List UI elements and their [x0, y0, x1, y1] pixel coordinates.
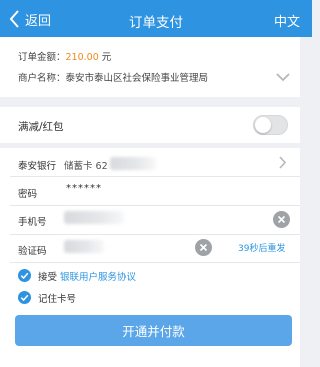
- amount-value: 210.00: [65, 52, 99, 63]
- bank-name: 泰安银行: [18, 161, 57, 172]
- password-input[interactable]: ******: [66, 183, 102, 194]
- phone-label: 手机号: [18, 217, 47, 228]
- agreement-link[interactable]: 银联用户服务协议: [60, 272, 136, 283]
- divider: [10, 176, 300, 177]
- merchant-label: 商户名称：: [18, 73, 66, 84]
- top-bar: 返回 订单支付 中文: [0, 0, 312, 37]
- phone-input[interactable]: [64, 211, 124, 224]
- merchant-row: 商户名称：泰安市泰山区社会保险事业管理局: [18, 70, 208, 84]
- discount-toggle[interactable]: [253, 115, 288, 135]
- clear-icon[interactable]: [273, 211, 290, 228]
- activate-and-pay-button[interactable]: 开通并付款: [15, 315, 292, 346]
- remember-card-label: 记住卡号: [38, 294, 77, 305]
- card-number: 储蓄卡 62: [64, 161, 108, 172]
- discount-label: 满减/红包: [18, 121, 64, 133]
- amount-unit: 元: [101, 52, 112, 63]
- card-number-redacted: [110, 157, 156, 170]
- agreement-row: 接受 银联用户服务协议: [38, 269, 136, 283]
- code-label: 验证码: [18, 246, 47, 257]
- chevron-down-icon[interactable]: [276, 73, 290, 82]
- clear-icon[interactable]: [195, 239, 212, 256]
- discount-row: 满减/红包: [0, 107, 300, 143]
- language-switch[interactable]: 中文: [274, 11, 300, 30]
- divider: [10, 234, 300, 235]
- agreement-prefix: 接受: [38, 272, 58, 283]
- divider: [10, 205, 300, 206]
- divider: [10, 262, 300, 263]
- toggle-knob: [255, 117, 271, 133]
- resend-code-button[interactable]: 39秒后重发: [238, 241, 285, 254]
- merchant-value: 泰安市泰山区社会保险事业管理局: [65, 73, 209, 84]
- code-input[interactable]: [64, 240, 104, 253]
- order-info-card: 订单金额：210.00 元 商户名称：泰安市泰山区社会保险事业管理局: [0, 37, 300, 97]
- chevron-right-icon: [279, 156, 287, 169]
- check-circle-icon[interactable]: [18, 291, 31, 304]
- password-label: 密码: [18, 189, 38, 200]
- payment-form: 泰安银行 储蓄卡 62 密码 ****** 手机号 验证码 39秒后重发 接受 …: [0, 148, 300, 367]
- page-title: 订单支付: [129, 15, 183, 31]
- amount-label: 订单金额：: [18, 52, 66, 63]
- check-circle-icon[interactable]: [18, 269, 31, 282]
- order-amount-row: 订单金额：210.00 元: [18, 49, 111, 63]
